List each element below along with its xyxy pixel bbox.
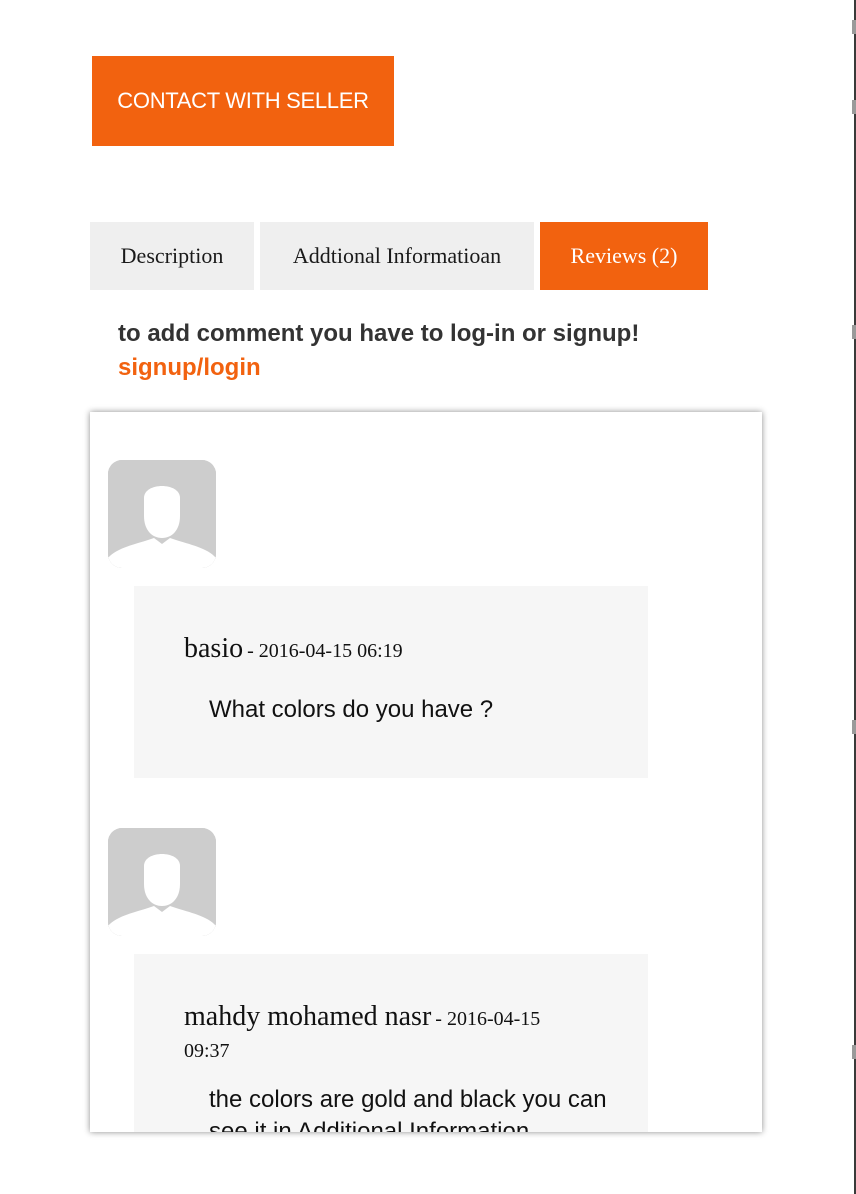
review-text: the colors are gold and black you can se… xyxy=(209,1086,607,1132)
review-bubble: basio - 2016-04-15 06:19 What colors do … xyxy=(134,586,648,778)
login-notice: to add comment you have to log-in or sig… xyxy=(118,320,640,347)
signup-login-link[interactable]: signup/login xyxy=(118,352,261,384)
user-avatar-icon xyxy=(108,828,216,936)
review-author: mahdy mohamed nasr xyxy=(184,1001,432,1032)
review-text: What colors do you have ? xyxy=(209,696,494,723)
tab-additional-information[interactable]: Addtional Informatioan xyxy=(260,222,534,290)
contact-seller-button[interactable]: CONTACT WITH SELLER xyxy=(92,56,394,146)
reviews-panel[interactable]: basio - 2016-04-15 06:19 What colors do … xyxy=(90,412,762,1132)
tab-reviews[interactable]: Reviews (2) xyxy=(540,222,708,290)
user-avatar-icon xyxy=(108,460,216,568)
review-author: basio xyxy=(184,633,244,664)
review-meta: mahdy mohamed nasr - 2016-04-15 09:37 xyxy=(184,1002,584,1068)
review-bubble: mahdy mohamed nasr - 2016-04-15 09:37 th… xyxy=(134,954,648,1132)
review-date: - 2016-04-15 06:19 xyxy=(247,640,403,662)
tab-description[interactable]: Description xyxy=(90,222,254,290)
review-meta: basio - 2016-04-15 06:19 xyxy=(184,634,604,668)
